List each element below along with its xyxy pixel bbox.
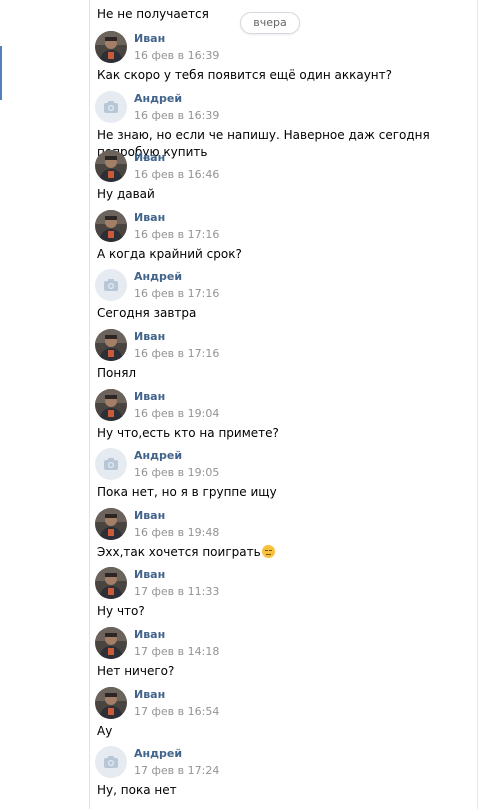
avatar[interactable]	[95, 269, 127, 301]
message-item[interactable]: Иван 17 фев в 16:54 Ау	[90, 687, 477, 747]
sender-name[interactable]: Андрей	[134, 92, 182, 106]
sender-name[interactable]: Иван	[134, 390, 165, 404]
message-item[interactable]: Иван 16 фев в 19:04 Ну что,есть кто на при…	[90, 389, 477, 449]
sender-name[interactable]: Андрей	[134, 747, 182, 761]
message-text: А когда крайний срок?	[97, 246, 452, 263]
avatar-photo	[95, 508, 127, 540]
message-text-content: Ну давай	[97, 187, 155, 201]
active-indicator	[0, 46, 2, 100]
message-text-content: Понял	[97, 366, 137, 380]
sender-name[interactable]: Иван	[134, 568, 165, 582]
message-text-content: Сегодня завтра	[97, 306, 197, 320]
message-time[interactable]: 16 фев в 17:16	[134, 287, 219, 301]
camera-icon	[95, 91, 127, 123]
avatar[interactable]	[95, 687, 127, 719]
message-time[interactable]: 17 фев в 16:54	[134, 705, 219, 719]
avatar[interactable]	[95, 627, 127, 659]
pensive-face-emoji-icon	[261, 545, 275, 558]
avatar[interactable]	[95, 448, 127, 480]
message-text-content: Ау	[97, 724, 113, 738]
message-text: Нет ничего?	[97, 663, 452, 680]
chat-history[interactable]: Не не получается Иван 16 фев в 16:39 Как с…	[90, 0, 477, 809]
message-item[interactable]: Иван 16 фев в 16:39 Как скоро у тебя появи…	[90, 31, 477, 91]
sender-name[interactable]: Иван	[134, 211, 165, 225]
message-item[interactable]: Иван 16 фев в 17:16 Понял	[90, 329, 477, 389]
message-item[interactable]: Андрей 16 фев в 19:05 Пока нет, но я в гру…	[90, 448, 477, 508]
avatar-photo	[95, 567, 127, 599]
sender-name[interactable]: Иван	[134, 151, 165, 165]
message-text: Сегодня завтра	[97, 305, 452, 322]
avatar-photo	[95, 210, 127, 242]
message-text-content: Ну что,есть кто на примете?	[97, 426, 279, 440]
message-text-content: Эхх,так хочется поиграть	[97, 545, 261, 559]
message-text-content: Ну что?	[97, 604, 145, 618]
avatar[interactable]	[95, 31, 127, 63]
message-item[interactable]: Иван 17 фев в 14:18 Нет ничего?	[90, 627, 477, 687]
message-text: Понял	[97, 365, 452, 382]
message-time[interactable]: 16 фев в 19:04	[134, 407, 219, 421]
avatar[interactable]	[95, 150, 127, 182]
avatar-photo	[95, 31, 127, 63]
message-time[interactable]: 17 фев в 11:33	[134, 585, 219, 599]
sender-name[interactable]: Иван	[134, 509, 165, 523]
sender-name[interactable]: Андрей	[134, 270, 182, 284]
avatar-photo	[95, 329, 127, 361]
avatar[interactable]	[95, 389, 127, 421]
message-item[interactable]: Андрей 17 фев в 17:24 Ну, пока нет	[90, 746, 477, 806]
sender-name[interactable]: Иван	[134, 32, 165, 46]
message-time[interactable]: 16 фев в 16:46	[134, 168, 219, 182]
avatar[interactable]	[95, 329, 127, 361]
message-time[interactable]: 17 фев в 14:18	[134, 645, 219, 659]
avatar[interactable]	[95, 567, 127, 599]
message-text: Пока нет, но я в группе ищу	[97, 484, 452, 501]
camera-icon	[95, 746, 127, 778]
left-gutter	[0, 0, 89, 809]
avatar-photo	[95, 389, 127, 421]
message-item[interactable]: Иван 16 фев в 19:48 Эхх,так хочется поигра…	[90, 508, 477, 568]
message-text: Как скоро у тебя появится ещё один аккау…	[97, 67, 452, 84]
message-item[interactable]: Иван 16 фев в 17:16 А когда крайний срок?	[90, 210, 477, 270]
avatar[interactable]	[95, 91, 127, 123]
message-item[interactable]: Иван 17 фев в 11:33 Ну что?	[90, 567, 477, 627]
avatar-photo	[95, 150, 127, 182]
camera-icon	[95, 269, 127, 301]
sender-name[interactable]: Иван	[134, 628, 165, 642]
message-time[interactable]: 16 фев в 17:16	[134, 347, 219, 361]
avatar-photo	[95, 687, 127, 719]
avatar[interactable]	[95, 746, 127, 778]
message-time[interactable]: 16 фев в 16:39	[134, 49, 219, 63]
message-item[interactable]: Андрей 16 фев в 17:16 Сегодня завтра	[90, 269, 477, 329]
sender-name[interactable]: Иван	[134, 688, 165, 702]
sender-name[interactable]: Андрей	[134, 449, 182, 463]
message-time[interactable]: 16 фев в 19:48	[134, 526, 219, 540]
camera-icon	[95, 448, 127, 480]
message-item[interactable]: Андрей 16 фев в 16:39 Не знаю, но если че …	[90, 91, 477, 159]
message-text: Ну давай	[97, 186, 452, 203]
previous-message-text: Не не получается	[97, 7, 209, 21]
message-text: Ну что,есть кто на примете?	[97, 425, 452, 442]
message-item[interactable]: Иван 16 фев в 16:46 Ну давай	[90, 150, 477, 210]
sender-name[interactable]: Иван	[134, 330, 165, 344]
message-time[interactable]: 17 фев в 17:24	[134, 764, 219, 778]
message-text-content: Пока нет, но я в группе ищу	[97, 485, 277, 499]
message-text: Эхх,так хочется поиграть	[97, 544, 452, 561]
message-text-content: Как скоро у тебя появится ещё один аккау…	[97, 68, 393, 82]
message-text-content: Нет ничего?	[97, 664, 175, 678]
avatar[interactable]	[95, 508, 127, 540]
message-text-content: Ну, пока нет	[97, 783, 177, 797]
message-text: Ну что?	[97, 603, 452, 620]
avatar[interactable]	[95, 210, 127, 242]
message-text-content: А когда крайний срок?	[97, 247, 242, 261]
message-text: Ау	[97, 723, 452, 740]
message-time[interactable]: 16 фев в 19:05	[134, 466, 219, 480]
message-time[interactable]: 16 фев в 17:16	[134, 228, 219, 242]
message-text: Ну, пока нет	[97, 782, 452, 799]
date-separator-badge[interactable]: вчера	[240, 12, 300, 34]
message-time[interactable]: 16 фев в 16:39	[134, 109, 219, 123]
avatar-photo	[95, 627, 127, 659]
